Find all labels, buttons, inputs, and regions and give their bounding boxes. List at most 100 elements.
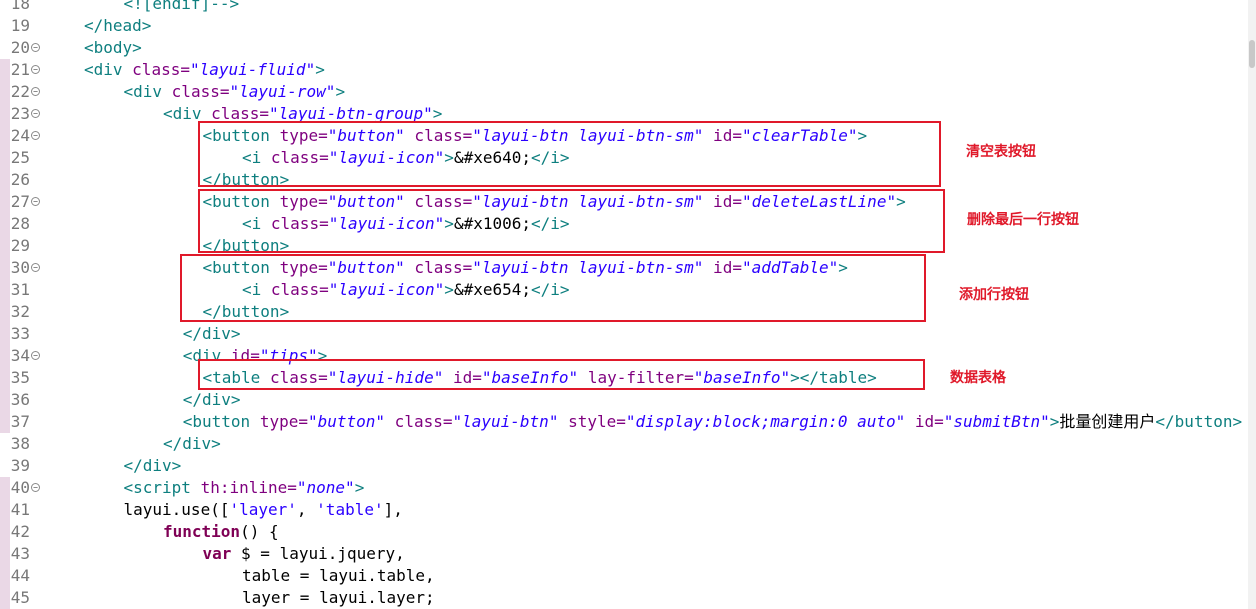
code-line[interactable]: 21− <div class="layui-fluid"> bbox=[0, 59, 1256, 81]
code-text: <div class="layui-row"> bbox=[124, 81, 346, 103]
code-text: </div> bbox=[163, 433, 221, 455]
line-number: 22 bbox=[10, 82, 30, 101]
code-token: layui.use([ bbox=[123, 500, 230, 519]
fold-toggle-icon[interactable]: − bbox=[31, 263, 40, 272]
code-token: "button" bbox=[307, 412, 386, 431]
annotation-add-row: 添加行按钮 bbox=[959, 287, 1029, 303]
code-token: "none" bbox=[296, 478, 355, 497]
code-token: </button> bbox=[1155, 412, 1243, 431]
code-token: , bbox=[296, 500, 317, 519]
line-number: 40 bbox=[10, 478, 30, 497]
scrollbar-thumb[interactable] bbox=[1249, 40, 1255, 68]
code-text: <script th:inline="none"> bbox=[124, 477, 365, 499]
line-number: 29 bbox=[10, 236, 30, 255]
code-token: </div> bbox=[182, 324, 241, 343]
line-number: 30 bbox=[10, 258, 30, 277]
code-line[interactable]: 42 function() { bbox=[0, 521, 1256, 543]
code-text: table = layui.table, bbox=[242, 565, 435, 587]
line-number: 42 bbox=[10, 522, 30, 541]
code-line[interactable]: 37 <button type="button" class="layui-btn… bbox=[0, 411, 1256, 433]
code-token: </div> bbox=[123, 456, 182, 475]
code-text: layer = layui.layer; bbox=[242, 587, 435, 609]
line-number: 27 bbox=[10, 192, 30, 211]
code-token: > bbox=[1049, 412, 1060, 431]
highlight-box-clear-table bbox=[198, 121, 941, 187]
code-line[interactable]: 44 table = layui.table, bbox=[0, 565, 1256, 587]
code-token: <div bbox=[84, 60, 133, 79]
fold-toggle-icon[interactable]: − bbox=[31, 131, 40, 140]
code-token: <body> bbox=[84, 38, 142, 57]
line-number: 39 bbox=[10, 456, 30, 475]
line-number: 36 bbox=[10, 390, 30, 409]
annotation-delete-last-line: 删除最后一行按钮 bbox=[967, 212, 1079, 228]
code-line[interactable]: 43 var $ = layui.jquery, bbox=[0, 543, 1256, 565]
line-number: 19 bbox=[10, 16, 30, 35]
line-number: 21 bbox=[10, 60, 30, 79]
code-text: <button type="button" class="layui-btn" … bbox=[183, 411, 1242, 433]
code-token: <![endif]--> bbox=[123, 0, 240, 13]
code-token: () { bbox=[240, 522, 279, 541]
highlight-box-data-table bbox=[198, 359, 925, 390]
code-token: 'layer' bbox=[229, 500, 297, 519]
code-line[interactable]: 36 </div> bbox=[0, 389, 1256, 411]
code-token: > bbox=[335, 82, 346, 101]
fold-toggle-icon[interactable]: − bbox=[31, 483, 40, 492]
line-number: 33 bbox=[10, 324, 30, 343]
line-number: 26 bbox=[10, 170, 30, 189]
code-token: <script bbox=[123, 478, 201, 497]
vertical-scrollbar[interactable] bbox=[1248, 0, 1256, 609]
code-token: <button bbox=[182, 412, 260, 431]
line-number: 28 bbox=[10, 214, 30, 233]
code-token: class= bbox=[132, 60, 190, 79]
code-line[interactable]: 33 </div> bbox=[0, 323, 1256, 345]
fold-toggle-icon[interactable]: − bbox=[31, 109, 40, 118]
code-line[interactable]: 39 </div> bbox=[0, 455, 1256, 477]
fold-toggle-icon[interactable]: − bbox=[31, 87, 40, 96]
code-token: class= bbox=[385, 412, 453, 431]
code-token: 'table' bbox=[316, 500, 384, 519]
code-token: th:inline= bbox=[200, 478, 297, 497]
code-text: var $ = layui.jquery, bbox=[203, 543, 405, 565]
line-number: 18 bbox=[10, 0, 30, 13]
code-text: <div class="layui-fluid"> bbox=[84, 59, 325, 81]
line-number: 25 bbox=[10, 148, 30, 167]
line-number: 32 bbox=[10, 302, 30, 321]
code-text: <![endif]--> bbox=[124, 0, 240, 15]
code-token: var bbox=[202, 544, 232, 563]
code-token: id= bbox=[905, 412, 944, 431]
fold-toggle-icon[interactable]: − bbox=[31, 351, 40, 360]
line-number: 35 bbox=[10, 368, 30, 387]
code-text: </div> bbox=[124, 455, 182, 477]
annotation-data-table: 数据表格 bbox=[950, 370, 1006, 386]
annotation-clear-table: 清空表按钮 bbox=[966, 144, 1036, 160]
code-token: "submitBtn" bbox=[943, 412, 1050, 431]
code-token: </div> bbox=[163, 434, 221, 453]
line-number: 41 bbox=[10, 500, 30, 519]
code-token: </head> bbox=[84, 16, 152, 35]
code-token: > bbox=[315, 60, 325, 79]
code-line[interactable]: 22− <div class="layui-row"> bbox=[0, 81, 1256, 103]
code-text: function() { bbox=[163, 521, 279, 543]
code-line[interactable]: 40− <script th:inline="none"> bbox=[0, 477, 1256, 499]
code-editor[interactable]: 18 <![endif]--> 19 </head> 20− <body> 21− <div … bbox=[0, 0, 1256, 609]
code-line[interactable]: 20− <body> bbox=[0, 37, 1256, 59]
code-line[interactable]: 41 layui.use(['layer', 'table'], bbox=[0, 499, 1256, 521]
code-token: layer = layui.layer; bbox=[242, 588, 435, 607]
code-token: 批量创建用户 bbox=[1059, 412, 1156, 431]
line-number: 24 bbox=[10, 126, 30, 145]
code-token: "layui-btn" bbox=[452, 412, 559, 431]
code-line[interactable]: 19 </head> bbox=[0, 15, 1256, 37]
code-line[interactable]: 38 </div> bbox=[0, 433, 1256, 455]
code-token: <div bbox=[123, 82, 172, 101]
fold-toggle-icon[interactable]: − bbox=[31, 43, 40, 52]
line-number: 34 bbox=[10, 346, 30, 365]
code-line[interactable]: 45 layer = layui.layer; bbox=[0, 587, 1256, 609]
line-number: 20 bbox=[10, 38, 30, 57]
code-line[interactable]: 18 <![endif]--> bbox=[0, 0, 1256, 15]
fold-toggle-icon[interactable]: − bbox=[31, 65, 40, 74]
code-token: style= bbox=[558, 412, 626, 431]
fold-toggle-icon[interactable]: − bbox=[31, 197, 40, 206]
line-number: 23 bbox=[10, 104, 30, 123]
line-number: 37 bbox=[10, 412, 30, 431]
highlight-box-delete-last-line bbox=[198, 189, 945, 253]
